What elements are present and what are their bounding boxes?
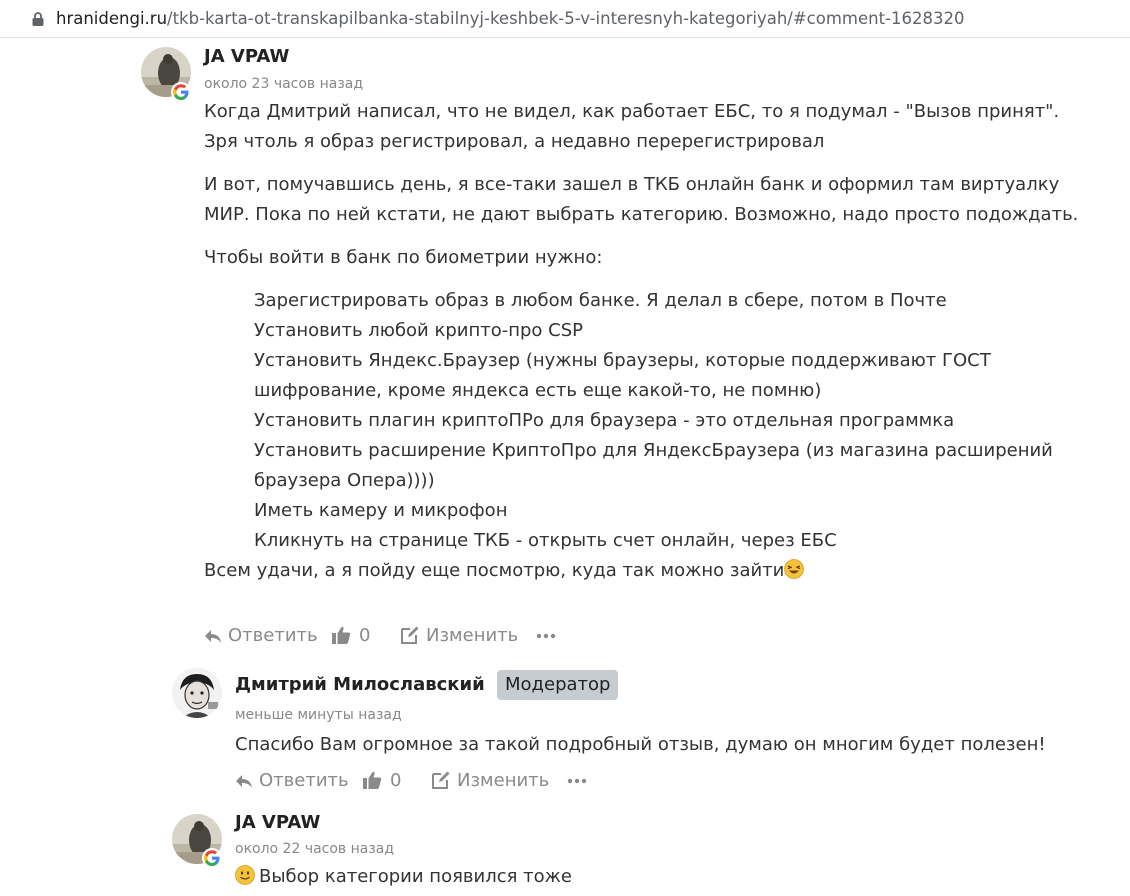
reply-label: Ответить [228, 625, 318, 646]
edit-icon [401, 626, 419, 644]
like-count: 0 [359, 625, 371, 646]
comment-actions: Ответить 0 Изменить [235, 769, 595, 793]
reply-icon [236, 775, 252, 788]
url-path: /tkb-karta-ot-transkapilbanka-stabilnyj-… [167, 9, 965, 28]
comment-text-line: Выбор категории появился тоже [235, 862, 1105, 892]
reply-label: Ответить [259, 770, 349, 791]
edit-label: Изменить [457, 770, 550, 791]
moderator-badge: Модератор [497, 670, 619, 700]
comment-paragraph: Когда Дмитрий написал, что не видел, как… [204, 101, 1060, 152]
closing-text: Всем удачи, а я пойду еще посмотрю, куда… [204, 560, 785, 581]
google-icon [172, 83, 190, 101]
list-item: Кликнуть на странице ТКБ - открыть счет … [254, 530, 837, 551]
smiling-emoji-icon [235, 865, 255, 885]
comment-paragraph: И вот, помучавшись день, я все-таки заше… [204, 174, 1079, 225]
more-icon [536, 633, 556, 639]
lock-icon [32, 12, 44, 26]
url-host: hranidengi.ru [56, 9, 168, 28]
laughing-emoji-icon [784, 559, 805, 579]
list-item: Установить плагин криптоПРо для браузера… [254, 410, 955, 431]
comment-author[interactable]: JA VPAW [235, 812, 320, 834]
url-text[interactable]: hranidengi.ru/tkb-karta-ot-transkapilban… [56, 8, 965, 30]
comment-author[interactable]: Дмитрий Милославский [235, 674, 485, 696]
comment-closing: Всем удачи, а я пойду еще посмотрю, куда… [204, 556, 1094, 586]
list-item: Установить расширение КриптоПро для Янде… [254, 440, 1053, 491]
reply-icon [205, 630, 221, 643]
comment-time[interactable]: меньше минуты назад [235, 706, 402, 724]
comment-body: Выбор категории появился тоже [235, 862, 1105, 892]
list-item: Установить Яндекс.Браузер (нужны браузер… [254, 350, 991, 401]
avatar[interactable] [172, 668, 222, 718]
avatar-photo [172, 668, 222, 718]
edit-icon [432, 771, 450, 789]
list-item: Иметь камеру и микрофон [254, 500, 508, 521]
google-icon [203, 849, 221, 867]
list-item: Установить любой крипто-про CSP [254, 320, 584, 341]
comment-text: Спасибо Вам огромное за такой подробный … [235, 734, 1046, 755]
browser-address-bar[interactable]: hranidengi.ru/tkb-karta-ot-transkapilban… [0, 0, 1130, 38]
comment-time[interactable]: около 22 часов назад [235, 840, 394, 858]
comment-actions: Ответить 0 Изменить [204, 624, 564, 648]
comment-text: Выбор категории появился тоже [259, 866, 572, 887]
list-item: Зарегистрировать образ в любом банке. Я … [254, 290, 947, 311]
edit-label: Изменить [426, 625, 519, 646]
like-count: 0 [390, 770, 402, 791]
thumbs-up-icon [332, 626, 351, 644]
comment-author[interactable]: JA VPAW [204, 46, 289, 68]
comment-body: Спасибо Вам огромное за такой подробный … [235, 730, 1105, 760]
steps-list: Зарегистрировать образ в любом банке. Я … [204, 286, 1094, 556]
comment-body: Когда Дмитрий написал, что не видел, как… [204, 97, 1094, 586]
thumbs-up-icon [363, 771, 382, 789]
more-icon [567, 778, 587, 784]
comment-time[interactable]: около 23 часов назад [204, 75, 363, 93]
comment-paragraph: Чтобы войти в банк по биометрии нужно: [204, 247, 603, 268]
